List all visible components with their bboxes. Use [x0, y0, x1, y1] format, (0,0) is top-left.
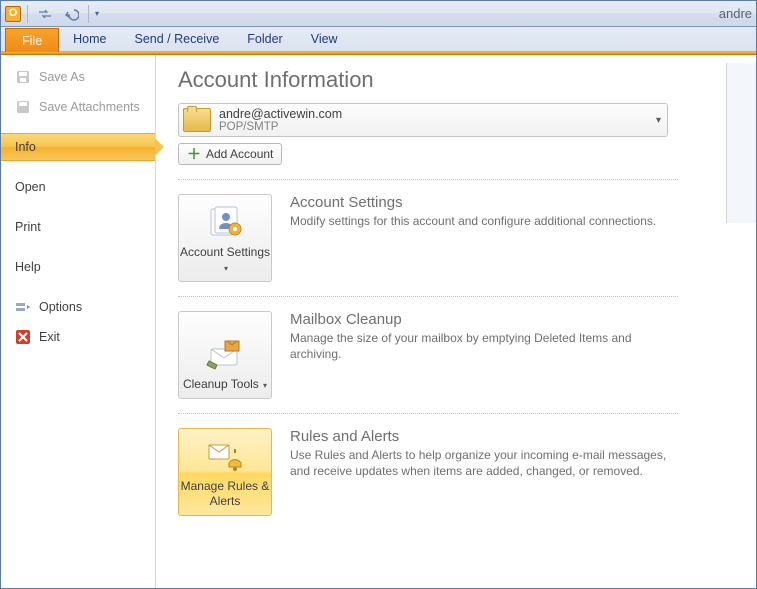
- chevron-down-icon: ▾: [261, 381, 267, 390]
- account-email: andre@activewin.com: [219, 107, 342, 121]
- ribbon-tab-strip: File Home Send / Receive Folder View: [1, 27, 756, 52]
- nav-exit[interactable]: Exit: [1, 323, 155, 351]
- chevron-down-icon: ▾: [224, 264, 228, 273]
- backstage-nav: Save As Save Attachments Info Open Print…: [1, 55, 156, 588]
- options-icon: [15, 299, 31, 315]
- ribbon-tab-home[interactable]: Home: [59, 27, 120, 51]
- ribbon-tab-send-receive[interactable]: Send / Receive: [121, 27, 234, 51]
- add-account-label: Add Account: [206, 147, 273, 161]
- nav-help[interactable]: Help: [1, 253, 155, 281]
- section-title: Account Settings: [290, 194, 678, 211]
- button-label: Cleanup Tools ▾: [183, 377, 267, 392]
- nav-save-attachments: Save Attachments: [1, 93, 155, 121]
- nav-save-as: Save As: [1, 63, 155, 91]
- qat-customize-toggle[interactable]: ▾: [95, 9, 99, 18]
- section-title: Mailbox Cleanup: [290, 311, 678, 328]
- nav-label: Print: [15, 220, 41, 234]
- rules-alerts-icon: [205, 439, 245, 475]
- section-mailbox-cleanup: Cleanup Tools ▾ Mailbox Cleanup Manage t…: [178, 311, 678, 399]
- backstage-view: Save As Save Attachments Info Open Print…: [1, 55, 756, 588]
- send-receive-icon: [37, 6, 53, 22]
- nav-label: Help: [15, 260, 41, 274]
- button-label: Account Settings ▾: [179, 245, 271, 275]
- window-title: andre: [719, 6, 756, 21]
- undo-icon: [63, 6, 79, 22]
- plus-icon: ＋: [187, 147, 201, 161]
- send-receive-qat-button[interactable]: [34, 3, 56, 25]
- qat-separator: [88, 5, 89, 23]
- backstage-content: Account Information andre@activewin.com …: [156, 55, 756, 588]
- nav-info[interactable]: Info: [1, 133, 155, 161]
- section-description: Modify settings for this account and con…: [290, 213, 678, 229]
- nav-label: Save As: [39, 70, 85, 84]
- cleanup-tools-icon: [205, 337, 245, 373]
- section-divider: [178, 179, 678, 180]
- add-account-button[interactable]: ＋ Add Account: [178, 143, 282, 165]
- outlook-app-icon: O: [5, 6, 21, 22]
- quick-access-toolbar: O ▾: [5, 3, 99, 25]
- section-rules-alerts: Manage Rules & Alerts Rules and Alerts U…: [178, 428, 678, 516]
- attachment-icon: [15, 99, 31, 115]
- ribbon-tab-folder[interactable]: Folder: [233, 27, 296, 51]
- page-title: Account Information: [178, 67, 734, 93]
- nav-label: Open: [15, 180, 46, 194]
- ribbon-tab-file[interactable]: File: [5, 28, 59, 52]
- button-label: Manage Rules & Alerts: [179, 479, 271, 509]
- account-settings-icon: [205, 205, 245, 241]
- nav-label: Options: [39, 300, 82, 314]
- save-icon: [15, 69, 31, 85]
- section-title: Rules and Alerts: [290, 428, 678, 445]
- section-description: Use Rules and Alerts to help organize yo…: [290, 447, 678, 479]
- nav-options[interactable]: Options: [1, 293, 155, 321]
- undo-qat-button[interactable]: [60, 3, 82, 25]
- account-text: andre@activewin.com POP/SMTP: [219, 107, 342, 133]
- exit-icon: [15, 329, 31, 345]
- nav-print[interactable]: Print: [1, 213, 155, 241]
- account-picker[interactable]: andre@activewin.com POP/SMTP ▾: [178, 103, 668, 137]
- section-account-settings: Account Settings ▾ Account Settings Modi…: [178, 194, 678, 282]
- section-divider: [178, 413, 678, 414]
- account-protocol: POP/SMTP: [219, 121, 342, 133]
- manage-rules-alerts-button[interactable]: Manage Rules & Alerts: [178, 428, 272, 516]
- account-settings-button[interactable]: Account Settings ▾: [178, 194, 272, 282]
- nav-label: Save Attachments: [39, 100, 140, 114]
- nav-label: Exit: [39, 330, 60, 344]
- title-bar: O ▾ andre: [1, 1, 756, 27]
- section-divider: [178, 296, 678, 297]
- preview-thumbnail-strip: [726, 63, 756, 223]
- nav-label: Info: [15, 140, 36, 154]
- section-description: Manage the size of your mailbox by empty…: [290, 330, 678, 362]
- nav-open[interactable]: Open: [1, 173, 155, 201]
- cleanup-tools-button[interactable]: Cleanup Tools ▾: [178, 311, 272, 399]
- ribbon-tab-view[interactable]: View: [297, 27, 352, 51]
- chevron-down-icon: ▾: [656, 115, 661, 126]
- qat-separator: [27, 5, 28, 23]
- folder-icon: [183, 108, 211, 132]
